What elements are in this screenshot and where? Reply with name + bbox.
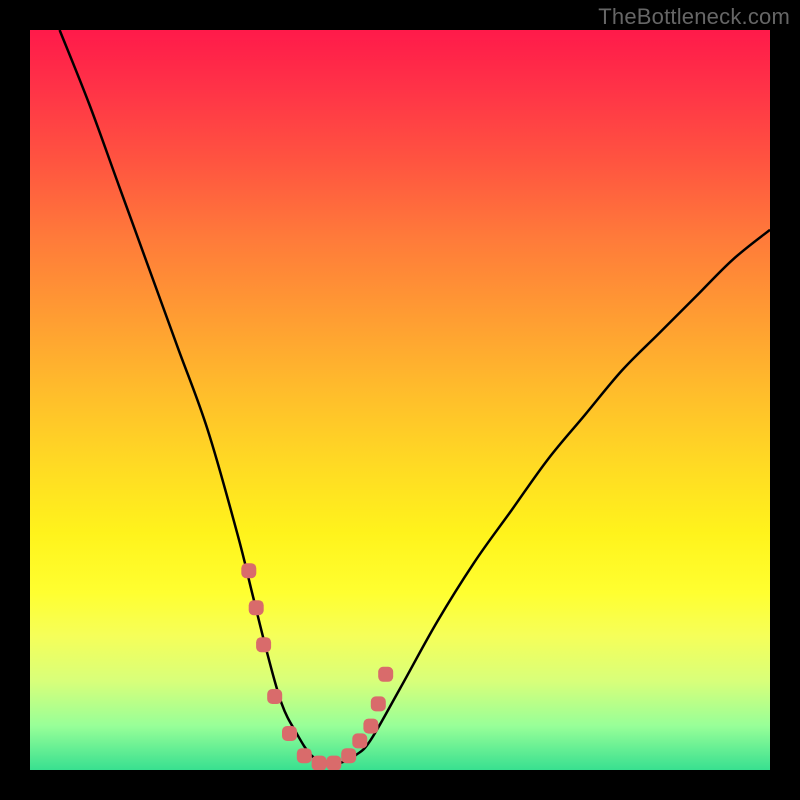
plot-area bbox=[30, 30, 770, 770]
valley-marker bbox=[312, 756, 327, 770]
valley-marker bbox=[352, 733, 367, 748]
chart-frame: TheBottleneck.com bbox=[0, 0, 800, 800]
bottleneck-curve-path bbox=[60, 30, 770, 764]
curve-svg bbox=[30, 30, 770, 770]
valley-marker bbox=[378, 667, 393, 682]
valley-marker bbox=[282, 726, 297, 741]
valley-marker bbox=[326, 756, 341, 770]
valley-marker bbox=[341, 748, 356, 763]
valley-marker bbox=[297, 748, 312, 763]
watermark-text: TheBottleneck.com bbox=[598, 4, 790, 30]
valley-marker bbox=[267, 689, 282, 704]
valley-marker bbox=[249, 600, 264, 615]
valley-marker bbox=[371, 696, 386, 711]
valley-marker bbox=[241, 563, 256, 578]
valley-marker bbox=[256, 637, 271, 652]
valley-marker bbox=[363, 719, 378, 734]
